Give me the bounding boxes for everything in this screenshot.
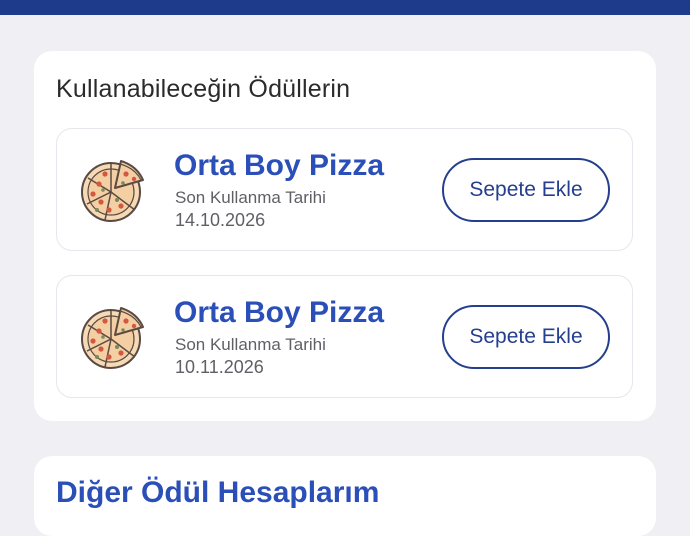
add-to-cart-button[interactable]: Sepete Ekle <box>442 158 610 222</box>
add-to-cart-button[interactable]: Sepete Ekle <box>442 305 610 369</box>
expiry-date: 10.11.2026 <box>175 357 264 377</box>
section-title: Kullanabileceğin Ödüllerin <box>56 75 351 103</box>
other-rewards-panel: Diğer Ödül Hesaplarım <box>34 456 656 536</box>
expiry-label: Son Kullanma Tarihi <box>175 188 326 207</box>
pizza-icon <box>81 307 144 369</box>
other-rewards-title: Diğer Ödül Hesaplarım <box>56 476 380 509</box>
expiry-date: 14.10.2026 <box>175 210 266 230</box>
reward-title: Orta Boy Pizza <box>174 149 385 182</box>
expiry-label: Son Kullanma Tarihi <box>175 335 326 354</box>
available-rewards-panel: Kullanabileceğin Ödüllerin Orta Boy Pizz… <box>34 51 656 421</box>
reward-title: Orta Boy Pizza <box>174 296 385 329</box>
pizza-icon <box>81 160 144 222</box>
reward-card: Orta Boy Pizza Son Kullanma Tarihi 10.11… <box>56 275 633 398</box>
reward-card: Orta Boy Pizza Son Kullanma Tarihi 14.10… <box>56 128 633 251</box>
top-navigation-bar <box>0 0 690 15</box>
